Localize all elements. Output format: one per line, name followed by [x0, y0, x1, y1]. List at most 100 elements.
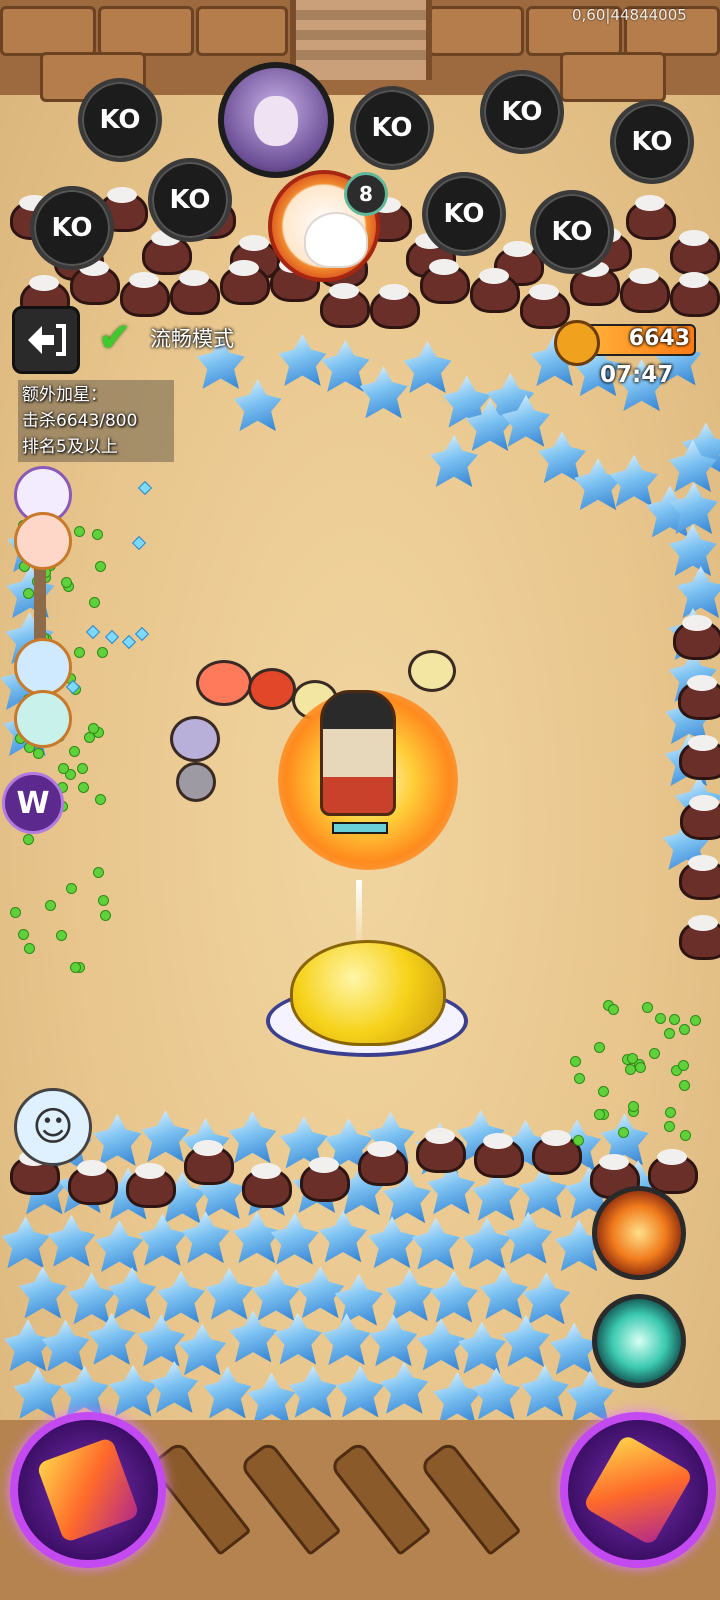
- opponent-ko-badge: KO: [148, 158, 232, 242]
- companion-fire-bird: [196, 660, 252, 706]
- flying-blades-icon: [582, 1433, 694, 1547]
- enemy-ice-crystal: [430, 435, 478, 488]
- bonus-rank-goal: 排名5及以上: [22, 437, 118, 457]
- companion-fish: [248, 668, 296, 710]
- bonus-title: 额外加星：: [22, 385, 107, 405]
- enemy-beast: [626, 194, 676, 240]
- kill-count-value: 6643: [628, 326, 690, 351]
- smooth-mode-label: 流畅模式: [150, 327, 234, 351]
- wooden-stake: [238, 1439, 342, 1557]
- xp-gem-green: [93, 866, 105, 878]
- enemy-ice-crystal: [457, 1321, 506, 1374]
- ghost-mascot-icon: [304, 212, 368, 268]
- enemy-ice-crystal: [87, 1312, 136, 1365]
- enemy-beast: [678, 915, 720, 960]
- xp-gem-green: [648, 1048, 660, 1060]
- xp-gem-green: [634, 1062, 646, 1074]
- xp-gem-green: [22, 587, 34, 599]
- kill-counter: 6643: [544, 310, 696, 376]
- bonus-kill-goal: 击杀6643/800: [22, 411, 138, 431]
- xp-gem-green: [94, 561, 106, 573]
- xp-gem-green: [679, 1080, 691, 1092]
- enemy-beast: [126, 1162, 176, 1208]
- pet-slot-dragon[interactable]: [14, 690, 72, 748]
- enemy-ice-crystal: [520, 1364, 569, 1417]
- xp-gem-green: [573, 1072, 585, 1084]
- enemy-ice-crystal: [203, 1366, 252, 1419]
- enemy-beast: [320, 283, 370, 329]
- enemy-ice-crystal: [270, 1212, 319, 1265]
- enemy-ice-crystal: [472, 1367, 521, 1420]
- pet-slot-elephant[interactable]: [14, 638, 72, 696]
- enemy-ice-crystal: [41, 1319, 90, 1372]
- enemy-beast: [184, 1140, 234, 1186]
- warrior-ultimate-icon: [36, 1436, 140, 1544]
- w-badge-icon[interactable]: W: [2, 772, 64, 834]
- check-icon: ✔: [98, 315, 132, 361]
- enemy-beast: [170, 269, 220, 315]
- xp-gem-green: [83, 731, 95, 743]
- enemy-ice-crystal: [380, 1361, 429, 1414]
- xp-gem-green: [92, 528, 104, 540]
- enemy-ice-crystal: [273, 1312, 322, 1365]
- golden-roast-chicken-icon: [290, 940, 446, 1046]
- xp-gem-blue: [104, 629, 119, 645]
- enemy-ice-crystal: [13, 1366, 62, 1419]
- enemy-ice-crystal: [574, 458, 622, 511]
- wind-skill-button[interactable]: [592, 1294, 686, 1388]
- enemy-ice-crystal: [60, 1365, 109, 1418]
- enemy-beast: [672, 615, 720, 660]
- wooden-stake: [328, 1439, 432, 1557]
- xp-gem-green: [607, 1004, 619, 1016]
- enemy-ice-crystal: [429, 1270, 478, 1323]
- xp-gem-green: [88, 596, 100, 608]
- enemy-ice-crystal: [504, 1211, 553, 1264]
- ultimate-right-button[interactable]: [560, 1412, 716, 1568]
- enemy-ice-crystal: [566, 1370, 615, 1423]
- exit-button[interactable]: [12, 306, 80, 374]
- xp-gem-green: [665, 1107, 677, 1119]
- opponent-ko-badge: KO: [480, 70, 564, 154]
- enemy-beast: [470, 268, 520, 314]
- xp-gem-green: [598, 1086, 610, 1098]
- xp-gem-green: [69, 746, 81, 757]
- opponent-ko-badge: KO: [78, 78, 162, 162]
- enemy-ice-crystal: [178, 1323, 227, 1376]
- xp-gem-green: [679, 1130, 691, 1142]
- enemy-ice-crystal: [228, 1111, 277, 1164]
- enemy-ice-crystal: [205, 1267, 254, 1320]
- enemy-ice-crystal: [247, 1372, 296, 1425]
- enemy-ice-crystal: [47, 1214, 96, 1267]
- enemy-beast: [416, 1128, 466, 1174]
- enemy-ice-crystal: [67, 1272, 116, 1325]
- smooth-mode-toggle[interactable]: ✔ 流畅模式: [98, 316, 234, 360]
- xp-gem-blue: [122, 634, 137, 650]
- enemy-ice-crystal: [501, 1314, 550, 1367]
- emoji-chat-button[interactable]: ☺: [14, 1088, 92, 1166]
- enemy-ice-crystal: [251, 1268, 300, 1321]
- xp-gem-green: [678, 1023, 690, 1035]
- player-health-bar: [332, 822, 388, 834]
- enemy-ice-crystal: [385, 1269, 434, 1322]
- xp-gem-green: [654, 1012, 666, 1024]
- fire-skill-button[interactable]: [592, 1186, 686, 1280]
- xp-gem-green: [45, 900, 57, 911]
- enemy-ice-crystal: [359, 366, 408, 419]
- opponent-ko-badge: KO: [530, 190, 614, 274]
- xp-gem-green: [96, 647, 108, 658]
- xp-gem-green: [663, 1121, 675, 1133]
- enemy-ice-crystal: [433, 1371, 482, 1424]
- xp-gem-green: [95, 793, 107, 805]
- pet-slot-fish[interactable]: [14, 512, 72, 570]
- enemy-ice-crystal: [463, 1217, 512, 1270]
- enemy-beast: [70, 259, 120, 305]
- xp-gem-green: [73, 647, 85, 659]
- player-hero: [320, 690, 396, 816]
- enemy-beast: [420, 258, 470, 304]
- ultimate-left-button[interactable]: [10, 1412, 166, 1568]
- xp-gem-green: [97, 894, 109, 906]
- enemy-ice-crystal: [93, 1113, 142, 1166]
- xp-gem-green: [669, 1014, 681, 1026]
- player-rank-badge: 8: [258, 158, 388, 288]
- enemy-ice-crystal: [322, 1313, 371, 1366]
